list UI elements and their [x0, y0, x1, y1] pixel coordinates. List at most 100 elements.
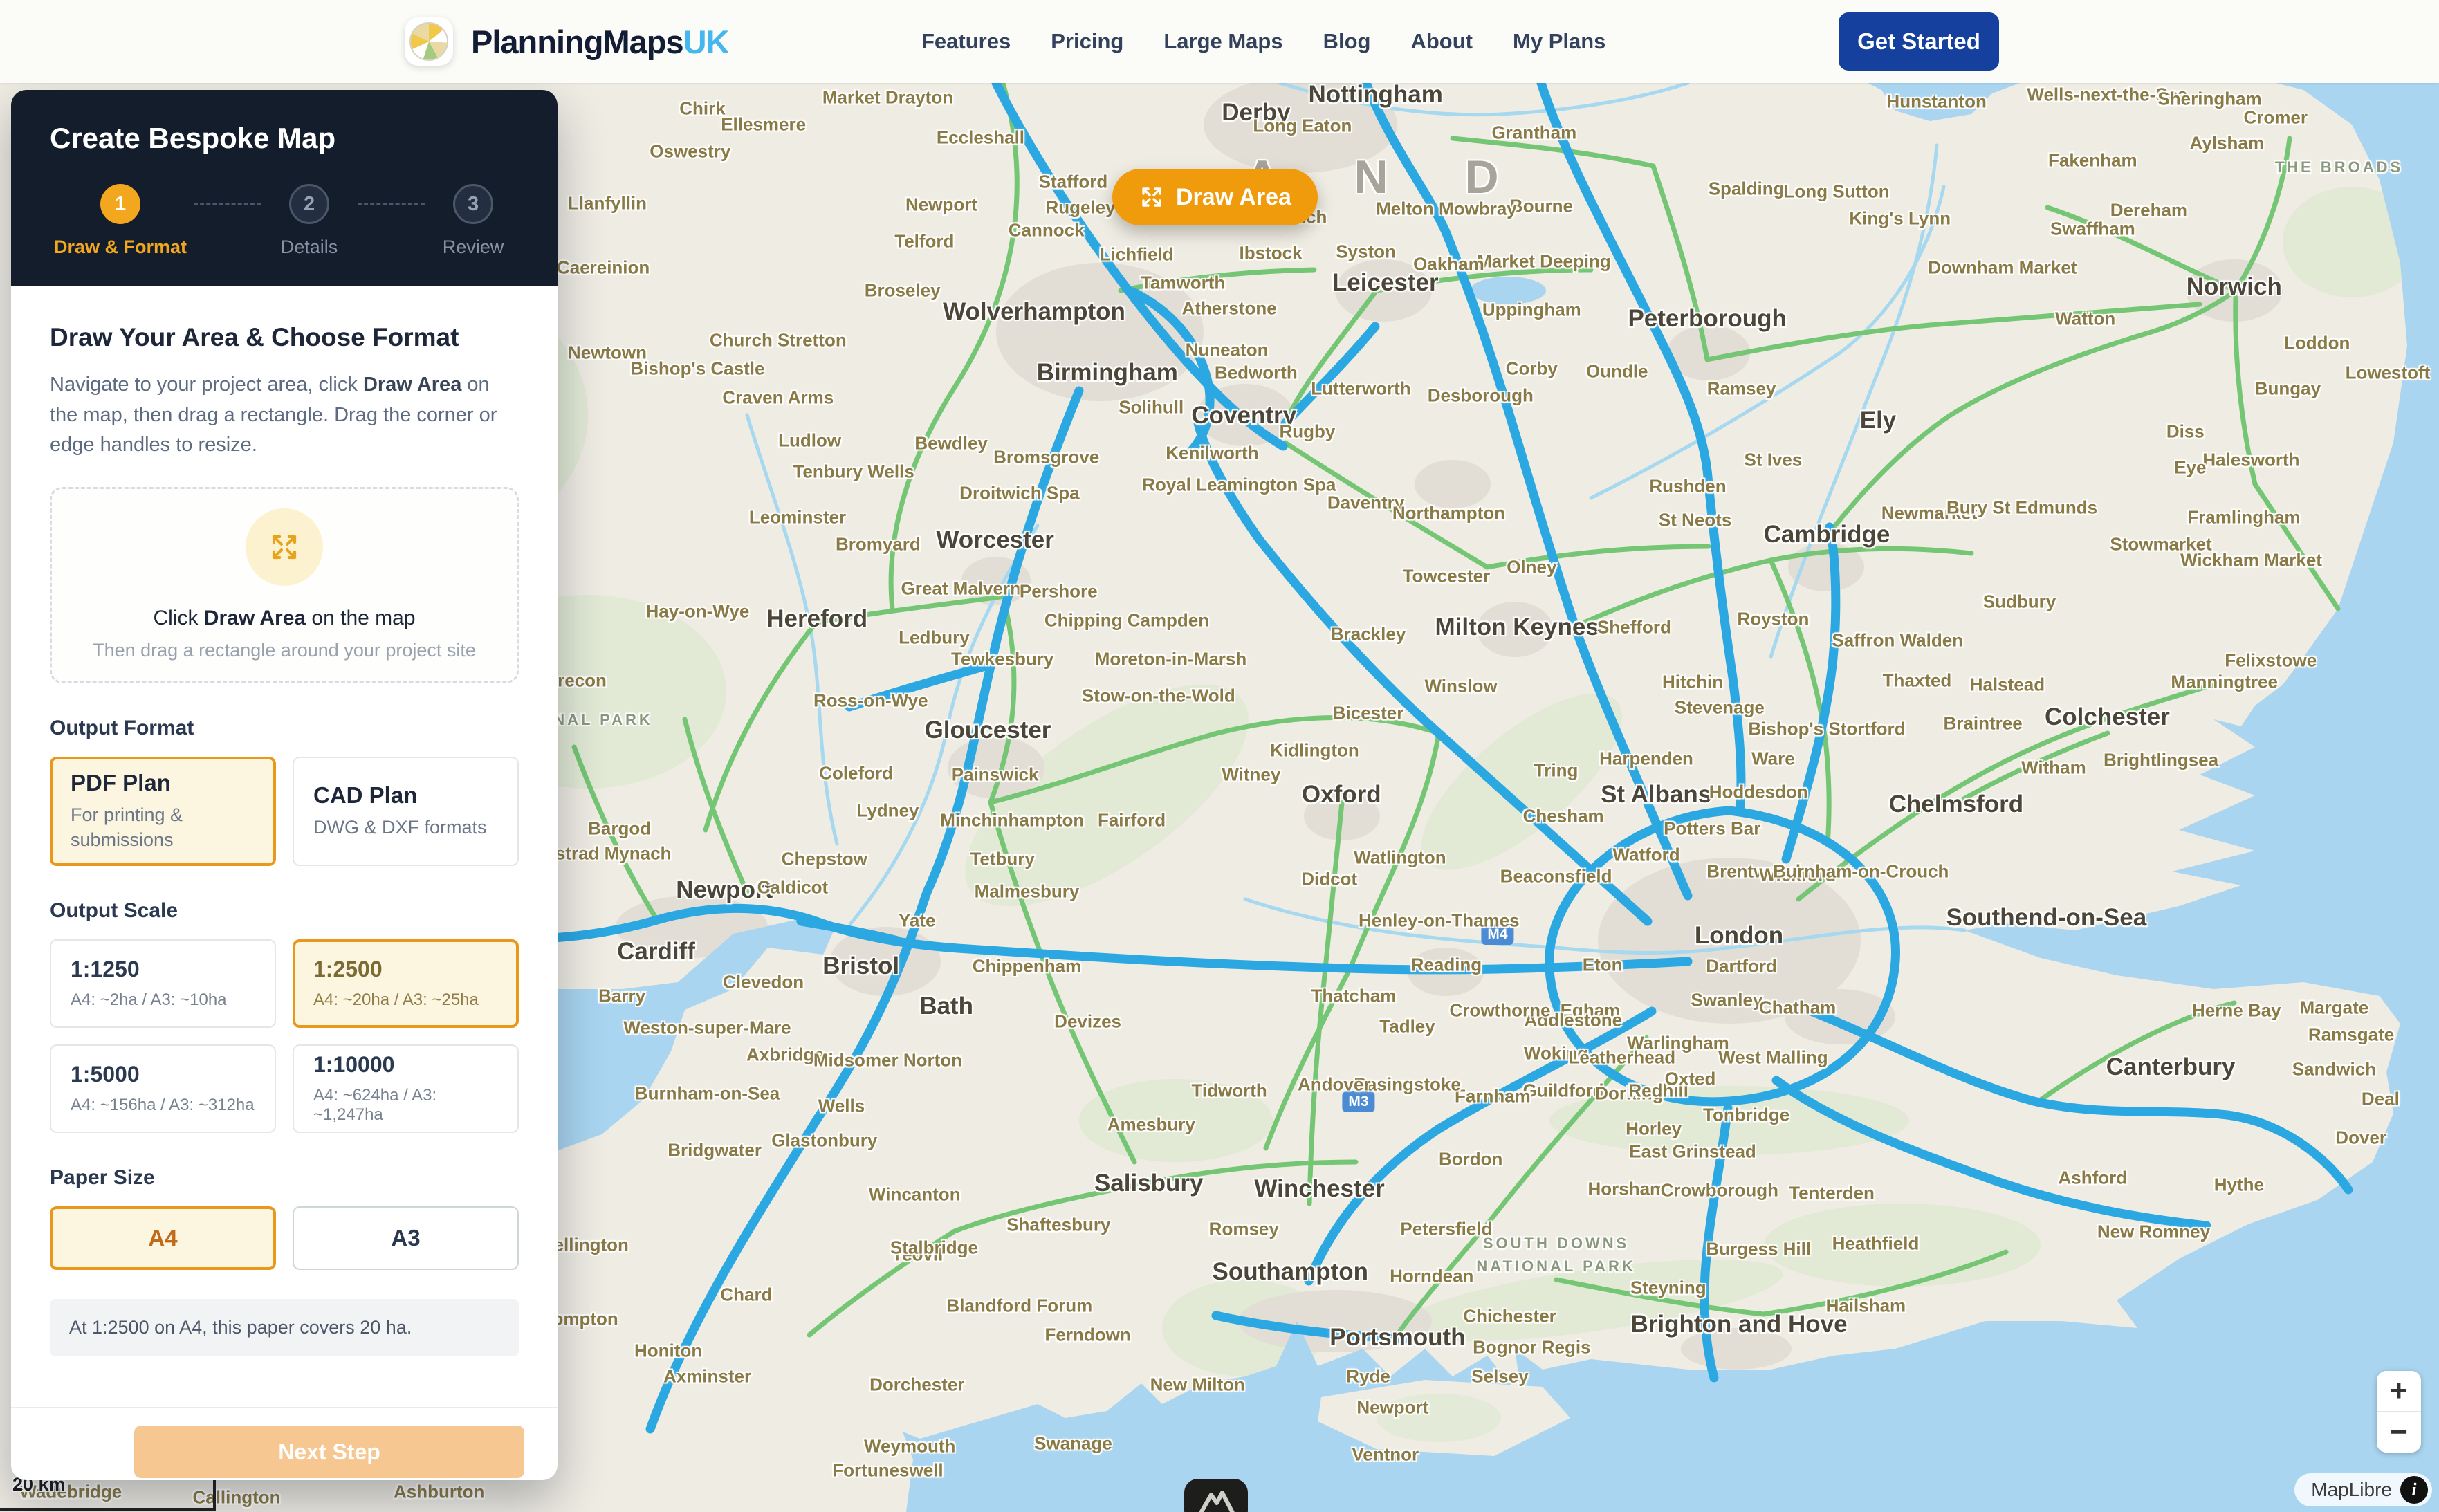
map-label-city: Gloucester: [925, 717, 1051, 744]
draw-area-button[interactable]: Draw Area: [1112, 169, 1318, 225]
map-label-town: Llanfyllin: [568, 192, 647, 214]
top-navigation-bar: PlanningMapsUK Features Pricing Large Maps…: [0, 0, 2439, 83]
map-label-area: SOUTH DOWNS: [1483, 1235, 1629, 1253]
map-label-town: Yate: [899, 910, 936, 931]
placeholder-line1: Click Draw Area on the map: [153, 607, 415, 630]
map-label-town: Ryde: [1346, 1365, 1390, 1387]
map-label-town: Tamworth: [1141, 273, 1225, 294]
map-label-town: Reading: [1411, 954, 1482, 975]
map-label-town: Axminster: [663, 1365, 751, 1387]
map-label-town: Fortuneswell: [832, 1460, 943, 1482]
map-label-town: Blandford Forum: [946, 1296, 1092, 1317]
wizard-step-details: 2Details: [268, 184, 351, 258]
zoom-in-button[interactable]: +: [2377, 1371, 2421, 1411]
map-label-town: Harpenden: [1599, 748, 1693, 770]
map-label-town: Devizes: [1054, 1011, 1121, 1033]
map-label-town: Wells: [818, 1096, 865, 1117]
map-label-town: Ludlow: [778, 430, 841, 451]
map-label-town: Tewkesbury: [951, 648, 1053, 670]
map-label-town: Caldicot: [757, 877, 829, 898]
option-pdf-plan[interactable]: PDF PlanFor printing & submissions: [50, 757, 276, 866]
map-label-town: Framlingham: [2187, 507, 2300, 528]
map-label-town: Selsey: [1471, 1365, 1528, 1387]
map-label-town: Bishop's Stortford: [1748, 718, 1905, 739]
map-label-town: Ventnor: [1352, 1444, 1419, 1466]
brand-logo[interactable]: PlanningMapsUK: [405, 0, 728, 83]
option-a3[interactable]: A3: [293, 1206, 519, 1270]
map-label-town: Burnham-on-Crouch: [1773, 861, 1949, 883]
nav-link-my-plans[interactable]: My Plans: [1513, 29, 1605, 54]
map-label-town: Hitchin: [1662, 671, 1723, 692]
maptiler-logo[interactable]: [1184, 1479, 1248, 1512]
map-label-town: Oakham: [1413, 254, 1484, 275]
map-label-town: Hay-on-Wye: [646, 601, 750, 623]
wizard-step-review: 3Review: [432, 184, 515, 258]
map-label-town: Saffron Walden: [1832, 629, 1963, 651]
map-label-town: East Grinstead: [1629, 1141, 1756, 1163]
map-label-town: Ashford: [2058, 1167, 2127, 1188]
map-label-town: Dover: [2335, 1127, 2386, 1148]
step-connector: [194, 203, 261, 205]
info-icon[interactable]: i: [2400, 1476, 2428, 1504]
map-label-town: Royston: [1737, 608, 1809, 629]
map-label-town: Sudbury: [1983, 591, 2056, 612]
map-label-town: Bourne: [1510, 195, 1573, 216]
map-label-town: St Neots: [1659, 510, 1731, 531]
map-label-town: Grantham: [1491, 122, 1576, 144]
option-1-1250[interactable]: 1:1250A4: ~2ha / A3: ~10ha: [50, 939, 276, 1028]
option-1-2500[interactable]: 1:2500A4: ~20ha / A3: ~25ha: [293, 939, 519, 1028]
map-label-town: Chard: [720, 1284, 772, 1305]
map-label-town: Desborough: [1428, 385, 1534, 407]
map-label-town: Chesham: [1523, 805, 1604, 827]
draw-area-label: Draw Area: [1176, 184, 1291, 211]
map-label-town: Oswestry: [650, 141, 730, 163]
option-1-5000[interactable]: 1:5000A4: ~156ha / A3: ~312ha: [50, 1044, 276, 1133]
option-cad-plan[interactable]: CAD PlanDWG & DXF formats: [293, 757, 519, 866]
nav-link-about[interactable]: About: [1410, 29, 1473, 54]
nav-link-features[interactable]: Features: [921, 29, 1011, 54]
map-label-town: Swanley: [1691, 990, 1762, 1011]
wizard-body: Draw Your Area & Choose Format Navigate …: [11, 286, 558, 1407]
map-label-town: Manningtree: [2171, 671, 2278, 692]
nav-link-blog[interactable]: Blog: [1323, 29, 1371, 54]
wizard-steps: 1 Draw & Format 2Details 3Review: [50, 184, 519, 258]
map-label-city: Ely: [1860, 407, 1897, 434]
map-label-town: Chirk: [679, 98, 725, 120]
map-label-city: Canterbury: [2106, 1053, 2236, 1081]
nav-links: Features Pricing Large Maps Blog About My Pla…: [921, 0, 1605, 83]
map-label-town: Bishop's Castle: [630, 358, 764, 380]
nav-link-pricing[interactable]: Pricing: [1051, 29, 1123, 54]
next-step-button[interactable]: Next Step: [134, 1426, 524, 1478]
paper-size-label: Paper Size: [50, 1166, 519, 1190]
map-label-town: Kidlington: [1270, 739, 1359, 761]
map-label-town: Dartford: [1706, 955, 1777, 977]
map-label-town: Newport: [905, 194, 977, 215]
map-label-town: Malmesbury: [975, 881, 1080, 903]
map-label-town: Stafford: [1039, 171, 1108, 192]
map-label-city: Southend-on-Sea: [1946, 904, 2146, 932]
map-label-town: Oundle: [1586, 361, 1648, 382]
map-label-town: Shefford: [1597, 617, 1671, 638]
map-label-town: Horsham: [1587, 1179, 1666, 1200]
map-label-town: Lichfield: [1100, 243, 1174, 265]
map-label-town: Ramsey: [1707, 378, 1776, 400]
map-label-town: Shaftesbury: [1006, 1214, 1110, 1235]
option-title: 1:10000: [313, 1052, 498, 1078]
step-label: Draw & Format: [54, 237, 187, 258]
map-label-town: Long Sutton: [1784, 181, 1890, 203]
map-label-town: Ramsgate: [2308, 1024, 2394, 1045]
option-a4[interactable]: A4: [50, 1206, 276, 1270]
option-1-10000[interactable]: 1:10000A4: ~624ha / A3: ~1,247ha: [293, 1044, 519, 1133]
map-label-city: Cardiff: [617, 938, 695, 966]
map-label-town: Axbridge: [746, 1044, 825, 1065]
step-number: 1: [100, 184, 140, 224]
nav-link-large-maps[interactable]: Large Maps: [1163, 29, 1282, 54]
map-label-town: New Milton: [1150, 1374, 1245, 1396]
map-label-town: Cannock: [1009, 219, 1085, 241]
map-label-town: Felixstowe: [2225, 649, 2317, 671]
get-started-button[interactable]: Get Started: [1839, 12, 1999, 71]
map-label-town: Crowthorne: [1450, 999, 1551, 1021]
map-label-town: Eccleshall: [937, 127, 1024, 148]
zoom-out-button[interactable]: −: [2377, 1412, 2421, 1453]
map-label-city: Bath: [919, 993, 973, 1020]
